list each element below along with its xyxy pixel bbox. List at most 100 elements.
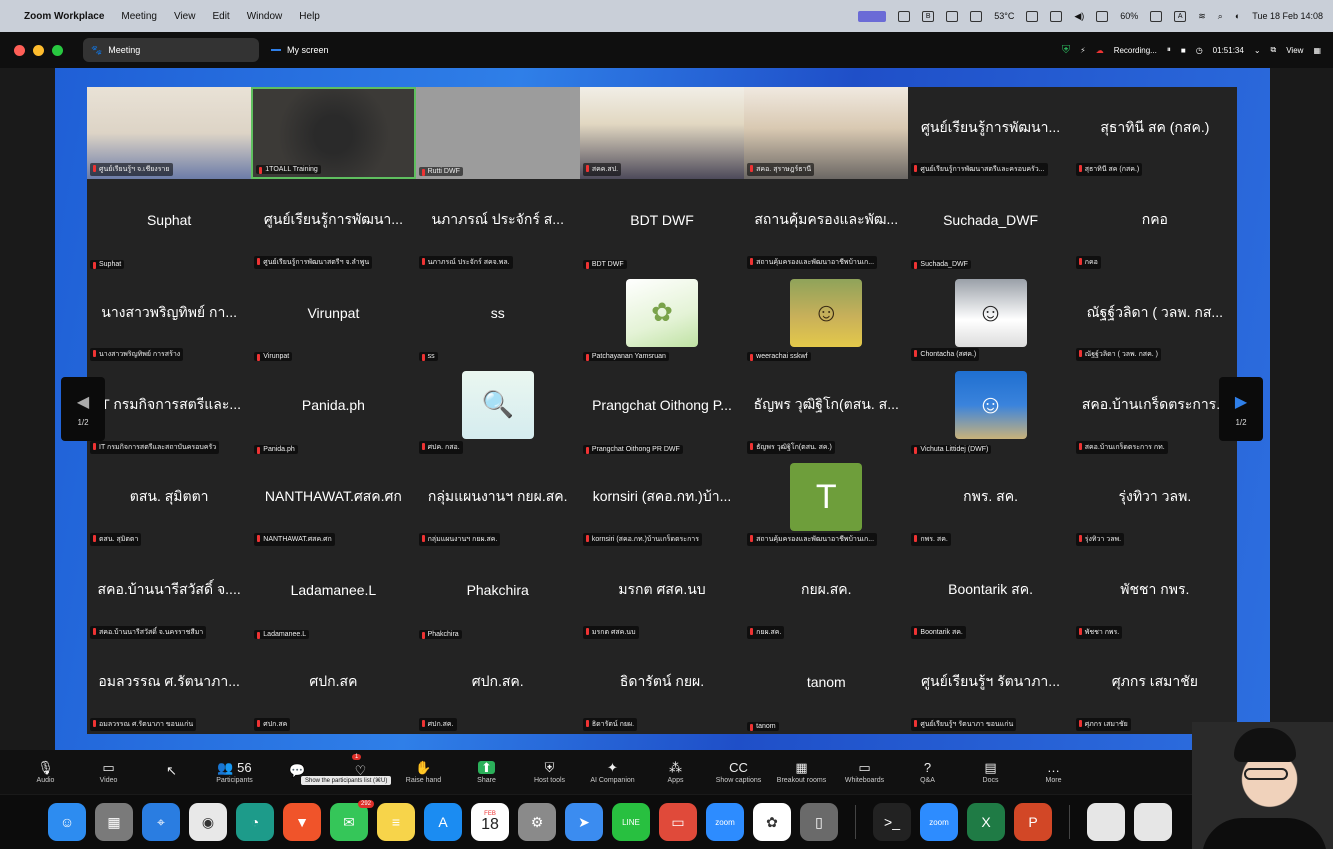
signal-icon[interactable]: ⚡	[1080, 46, 1086, 55]
zoom-app-icon[interactable]: zoom	[706, 803, 744, 841]
participant-tile[interactable]: สคอ.บ้านเกร็ดตระการ... สคอ.บ้านเกร็ดตระกา…	[1072, 364, 1237, 457]
brave-icon[interactable]: ▼	[283, 803, 321, 841]
spotlight-icon[interactable]: ⌕	[1218, 11, 1223, 22]
clock[interactable]: Tue 18 Feb 14:08	[1252, 11, 1323, 21]
security-shield-icon[interactable]: ⛨	[1062, 44, 1070, 57]
participant-tile[interactable]: ศปก.สค ศปก.สค	[251, 641, 416, 734]
chatgpt-icon[interactable]: ✿	[753, 803, 791, 841]
preview-icon[interactable]: ▯	[800, 803, 838, 841]
participant-tile[interactable]: Phakchira Phakchira	[415, 549, 580, 642]
chrome-icon[interactable]: ◉	[189, 803, 227, 841]
breakout-rooms-button[interactable]: ▦ Breakout rooms	[770, 750, 833, 794]
participant-tile[interactable]: มรกต ศสค.นบ มรกต ศสค.นบ	[579, 549, 745, 642]
settings-icon[interactable]: ⚙	[518, 803, 556, 841]
participant-tile[interactable]: ศูนย์เรียนรู้ฯ รัตนาภา... ศูนย์เรียนรู้ฯ …	[908, 641, 1073, 734]
more-button[interactable]: … More	[1022, 750, 1085, 794]
screenshot-thumb-2-icon[interactable]	[1134, 803, 1172, 841]
menu-help[interactable]: Help	[299, 11, 320, 22]
minimize-window-button[interactable]	[33, 44, 44, 56]
stop-recording-icon[interactable]: ■	[1181, 46, 1186, 55]
participant-tile[interactable]: 🔍 ศปค. กสอ.	[415, 364, 580, 457]
participant-tile[interactable]: กพร. สค. กพร. สค.	[908, 456, 1073, 550]
audio-button[interactable]: 🎙 Audio	[14, 750, 77, 794]
cloud-icon[interactable]	[898, 10, 911, 22]
participant-tile[interactable]: สุธาทินี สค (กสค.) สุธาทินี สค (กสค.)	[1072, 87, 1237, 180]
participant-tile[interactable]: ☺ weerachai sskwf	[744, 271, 909, 365]
b-icon[interactable]: B	[922, 10, 935, 22]
volume-icon[interactable]: ◀)	[1074, 11, 1084, 22]
menu-view[interactable]: View	[174, 11, 196, 22]
close-window-button[interactable]	[14, 44, 25, 56]
participant-tile[interactable]: ss ss	[415, 271, 580, 365]
share-button[interactable]: ⬆ Share	[455, 750, 518, 794]
focus-icon[interactable]	[1026, 10, 1039, 22]
participant-tile[interactable]: Panida.ph Panida.ph	[251, 364, 416, 457]
participant-tile[interactable]: Suphat Suphat	[87, 179, 252, 272]
participant-tile[interactable]: รุ่งทิวา วลพ. รุ่งทิวา วลพ.	[1072, 456, 1237, 550]
participant-tile[interactable]: Prangchat Oithong P... Prangchat Oithong …	[579, 364, 745, 457]
calendar-icon[interactable]: FEB 18	[471, 803, 509, 841]
fullscreen-window-button[interactable]	[52, 44, 63, 56]
participant-tile[interactable]: ศปก.สค. ศปก.สค.	[415, 641, 580, 734]
participant-tile[interactable]: ธัญพร วุฒิฐิโก(ตสน. ส... ธัญพร วุฒิฐิโก(ต…	[744, 364, 909, 457]
remote-desktop-icon[interactable]: ▭	[659, 803, 697, 841]
participant-tile[interactable]: T สถานคุ้มครองและพัฒนาอาชีพบ้านเก...	[744, 456, 909, 550]
chevron-down-icon[interactable]: ⌄	[1254, 46, 1261, 55]
participant-tile[interactable]: สคค.สป.	[579, 87, 745, 180]
next-page-button[interactable]: ▶ 1/2	[1219, 377, 1263, 441]
battery-icon[interactable]	[1150, 10, 1163, 22]
host-tools-button[interactable]: ⛨ Host tools	[518, 750, 581, 794]
window-icon[interactable]	[1050, 10, 1063, 22]
participant-tile[interactable]: Suchada_DWF Suchada_DWF	[908, 179, 1073, 272]
wifi-icon[interactable]: ≋	[1198, 11, 1206, 22]
participant-tile[interactable]: Boontarik สค. Boontarik สค.	[908, 549, 1073, 642]
participant-tile[interactable]: กลุ่มแผนงานฯ กยผ.สค. กลุ่มแผนงานฯ กยผ.สค.	[415, 456, 580, 550]
participant-tile[interactable]: Rutti DWF	[415, 87, 580, 180]
menu-edit[interactable]: Edit	[212, 11, 229, 22]
zoom-icon[interactable]: zoom	[920, 803, 958, 841]
whiteboards-button[interactable]: ▭ Whiteboards	[833, 750, 896, 794]
menu-meeting[interactable]: Meeting	[121, 11, 157, 22]
participant-tile[interactable]: ศูนย์เรียนรู้การพัฒนา... ศูนย์เรียนรู้การ…	[251, 179, 416, 272]
participant-tile[interactable]: กยผ.สค. กยผ.สค.	[744, 549, 909, 642]
participant-tile[interactable]: IT กรมกิจการสตรีและ... IT กรมกิจการสตรีแล…	[87, 364, 252, 457]
participant-tile[interactable]: สคอ.บ้านนารีสวัสดิ์ จ.... สคอ.บ้านนารีสวั…	[87, 549, 252, 642]
appstore-icon[interactable]: A	[424, 803, 462, 841]
participant-tile[interactable]: ณัฐฐ์วลิดา ( วลพ. กส... ณัฐฐ์วลิดา ( วลพ.…	[1072, 271, 1237, 365]
raise-hand-button[interactable]: ✋ Raise hand	[392, 750, 455, 794]
participant-tile[interactable]: Virunpat Virunpat	[251, 271, 416, 365]
grid-view-icon[interactable]: ▦	[1313, 46, 1321, 55]
messages-icon[interactable]: ✉ 292	[330, 800, 374, 841]
terminal-icon[interactable]: >_	[873, 803, 911, 841]
menu-window[interactable]: Window	[247, 11, 283, 22]
video-button[interactable]: ▭ Video	[77, 750, 140, 794]
participant-tile[interactable]: ตสน. สุมิตตา ตสน. สุมิตตา	[87, 456, 252, 550]
powerpoint-icon[interactable]: P	[1014, 803, 1052, 841]
previous-page-button[interactable]: ◀ 1/2	[61, 377, 105, 441]
apps-button[interactable]: ⁂ Apps	[644, 750, 707, 794]
excel-icon[interactable]: X	[967, 803, 1005, 841]
participant-tile[interactable]: ศุภกร เสมาชัย ศุภกร เสมาชัย	[1072, 641, 1237, 734]
self-view-video[interactable]	[1192, 722, 1333, 849]
tab-meeting[interactable]: 🐾 Meeting	[83, 38, 259, 62]
chat-button[interactable]: 💬	[266, 750, 329, 794]
participant-tile[interactable]: กคอ กคอ	[1072, 179, 1237, 272]
screen-record-icon[interactable]	[946, 10, 959, 22]
participant-tile[interactable]: 1TOALL Training	[251, 87, 416, 180]
participant-tile[interactable]: kornsiri (สคอ.กท.)บ้า... kornsiri (สคอ.กท…	[579, 456, 745, 550]
participant-tile[interactable]: อมลวรรณ ศ.รัตนาภา... อมลวรรณ ศ.รัตนาภา ขอ…	[87, 641, 252, 734]
docs-button[interactable]: ▤ Docs	[959, 750, 1022, 794]
participant-tile[interactable]: ☺ Chontacha (สศค.)	[908, 271, 1073, 365]
keyboard-icon[interactable]: A	[1174, 10, 1187, 22]
participant-tile[interactable]: ศูนย์เรียนรู้ฯ จ.เชียงราย	[87, 87, 252, 180]
launchpad-icon[interactable]: ▦	[95, 803, 133, 841]
q-a-button[interactable]: ? Q&A	[896, 750, 959, 794]
screenshot-thumb-1-icon[interactable]	[1087, 803, 1125, 841]
participant-tile[interactable]: สคอ. สุราษฎร์ธานี	[744, 87, 909, 180]
participant-tile[interactable]: ☺ Vichuta Littidej (DWF)	[908, 364, 1073, 457]
feedback-icon[interactable]: ➤	[565, 803, 603, 841]
display-icon[interactable]	[1096, 10, 1109, 22]
participant-tile[interactable]: Ladamanee.L Ladamanee.L	[251, 549, 416, 642]
popout-icon[interactable]: ⧉	[1271, 45, 1277, 55]
participant-tile[interactable]: สถานคุ้มครองและพัฒ... สถานคุ้มครองและพัฒน…	[744, 179, 909, 272]
